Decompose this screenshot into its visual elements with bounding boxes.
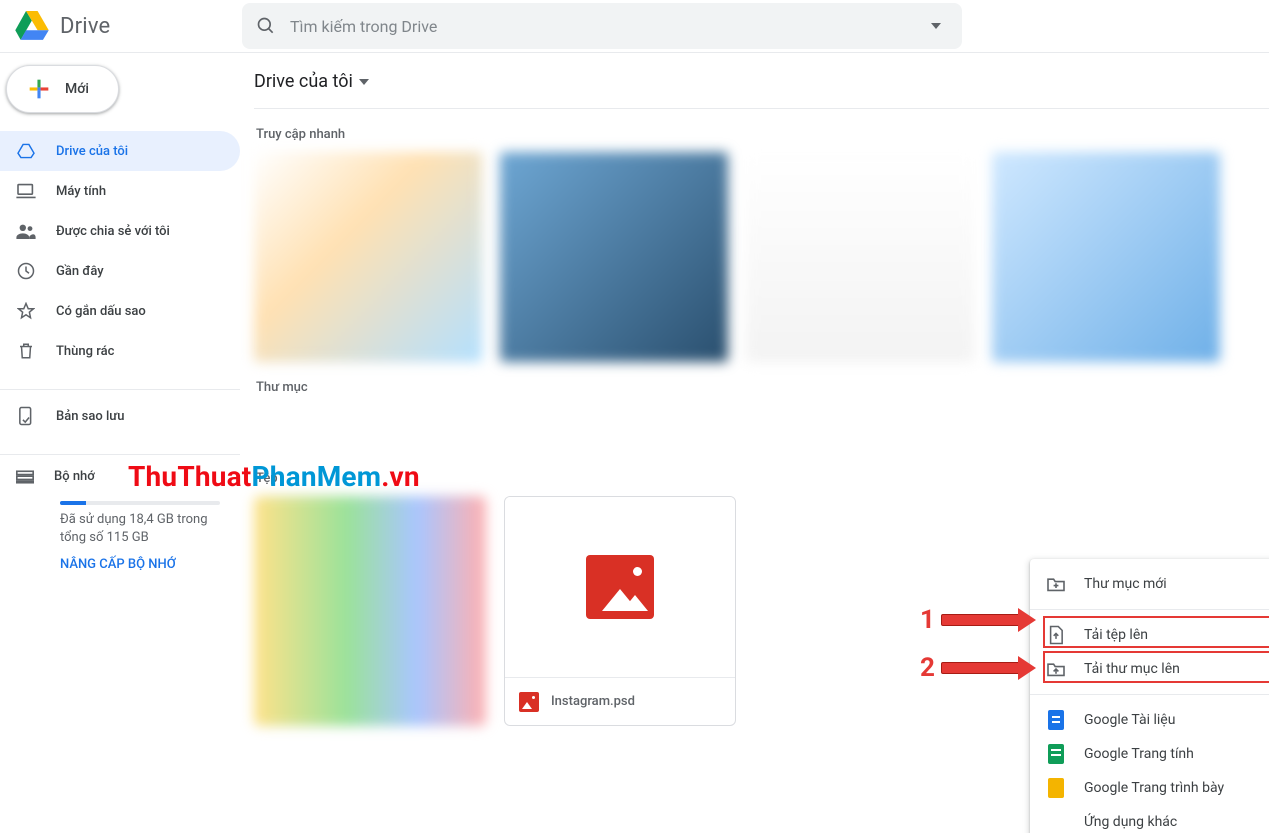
menu-google-docs[interactable]: Google Tài liệu ❯ (1030, 703, 1269, 737)
new-button[interactable]: Mới (6, 65, 119, 113)
menu-google-sheets[interactable]: Google Trang tính ❯ (1030, 737, 1269, 771)
file-thumbnail (505, 497, 735, 677)
search-input[interactable] (290, 17, 904, 36)
quick-access-row (254, 152, 1269, 362)
menu-upload-folder[interactable]: Tải thư mục lên (1030, 652, 1269, 686)
plus-icon (25, 75, 53, 103)
storage-progress (60, 501, 220, 505)
drive-logo-icon (12, 6, 52, 46)
app-header: Drive (0, 0, 1269, 53)
new-button-label: Mới (65, 81, 89, 97)
storage-icon (16, 470, 34, 484)
upgrade-storage-link[interactable]: NÂNG CẤP BỘ NHỚ (60, 557, 176, 572)
nav-trash[interactable]: Thùng rác (0, 331, 240, 371)
search-icon (254, 14, 278, 38)
menu-upload-file[interactable]: Tải tệp lên (1030, 618, 1269, 652)
nav-list: Drive của tôi Máy tính Được chia sẻ với … (0, 125, 240, 383)
new-folder-icon (1046, 574, 1066, 594)
nav-backups[interactable]: Bản sao lưu (0, 396, 240, 436)
file-name: Instagram.psd (551, 694, 635, 709)
trash-icon (16, 341, 36, 361)
annotation-arrow-2: 2 (920, 653, 1021, 683)
breadcrumb-title: Drive của tôi (254, 71, 353, 92)
clock-icon (16, 261, 36, 281)
context-menu: Thư mục mới Tải tệp lên Tải thư mục lên … (1030, 559, 1269, 833)
annotation-arrow-1: 1 (920, 605, 1021, 635)
folders-row (254, 405, 1269, 453)
breadcrumb[interactable]: Drive của tôi (254, 67, 1269, 109)
drive-triangle-icon (16, 141, 36, 161)
watermark: ThuThuatPhanMem.vn (128, 460, 420, 493)
nav-recent[interactable]: Gần đây (0, 251, 240, 291)
upload-folder-icon (1046, 659, 1066, 679)
nav-shared[interactable]: Được chia sẻ với tôi (0, 211, 240, 251)
upload-file-icon (1046, 625, 1066, 645)
logo-area: Drive (0, 6, 242, 46)
menu-more-apps[interactable]: Ứng dụng khác ❯ (1030, 805, 1269, 833)
file-card-instagram[interactable]: Instagram.psd (504, 496, 736, 726)
quick-access-label: Truy cập nhanh (256, 127, 1269, 142)
caret-down-icon (359, 79, 369, 85)
menu-new-folder[interactable]: Thư mục mới (1030, 567, 1269, 601)
google-docs-icon (1046, 710, 1066, 730)
image-file-icon (586, 555, 654, 619)
sidebar: Mới Drive của tôi Máy tính Được chia sẻ … (0, 53, 240, 833)
backup-icon (16, 406, 36, 426)
menu-google-slides[interactable]: Google Trang trình bày ❯ (1030, 771, 1269, 805)
nav-starred[interactable]: Có gắn dấu sao (0, 291, 240, 331)
folders-label: Thư mục (256, 380, 1269, 395)
search-bar[interactable] (242, 3, 962, 49)
nav-my-drive[interactable]: Drive của tôi (0, 131, 240, 171)
blank-icon (1046, 812, 1066, 832)
content-area: Drive của tôi Truy cập nhanh Thư mục Tệp (240, 53, 1269, 833)
shared-icon (16, 221, 36, 241)
storage-text: Đã sử dụng 18,4 GB trong tổng số 115 GB (60, 511, 224, 547)
computers-icon (16, 181, 36, 201)
star-icon (16, 301, 36, 321)
search-options-caret-icon[interactable] (916, 6, 956, 46)
image-type-icon (519, 692, 539, 712)
app-title: Drive (60, 14, 110, 39)
google-slides-icon (1046, 778, 1066, 798)
google-sheets-icon (1046, 744, 1066, 764)
file-card[interactable] (254, 496, 486, 726)
nav-computers[interactable]: Máy tính (0, 171, 240, 211)
